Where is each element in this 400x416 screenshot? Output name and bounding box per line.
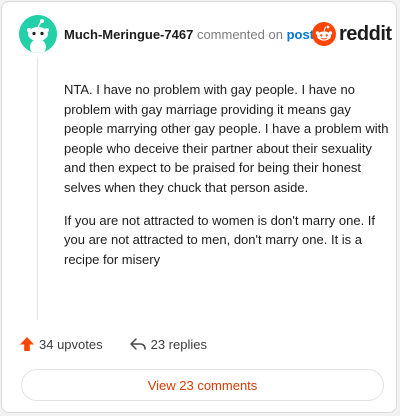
reply-count: 23 replies — [150, 336, 207, 352]
reddit-logo-icon — [312, 22, 336, 46]
replies-button[interactable]: 23 replies — [129, 336, 207, 352]
action-text: commented on — [196, 27, 283, 42]
upvote-count: 34 upvotes — [39, 336, 103, 352]
view-comments-button[interactable]: View 23 comments — [21, 369, 384, 401]
post-link[interactable]: post — [287, 27, 314, 42]
comment-header: Much-Meringue-7467 commented on post — [64, 27, 314, 43]
reply-arrow-icon — [129, 338, 146, 350]
thread-line — [37, 58, 38, 320]
username-link[interactable]: Much-Meringue-7467 — [64, 27, 193, 42]
upvote-arrow-icon — [20, 337, 34, 351]
user-avatar[interactable] — [19, 15, 57, 53]
comment-actions: 34 upvotes 23 replies — [19, 336, 207, 352]
upvote-button[interactable]: 34 upvotes — [19, 336, 103, 352]
comment-card: Much-Meringue-7467 commented on post red… — [1, 1, 397, 413]
comment-paragraph-2: If you are not attracted to women is don… — [64, 212, 376, 267]
comment-body: NTA. I have no problem with gay people. … — [64, 80, 390, 282]
snoo-avatar-icon — [19, 15, 57, 53]
reddit-wordmark: reddit — [339, 23, 392, 45]
comment-paragraph-1: NTA. I have no problem with gay people. … — [64, 82, 389, 195]
reddit-brand[interactable]: reddit — [312, 22, 392, 46]
